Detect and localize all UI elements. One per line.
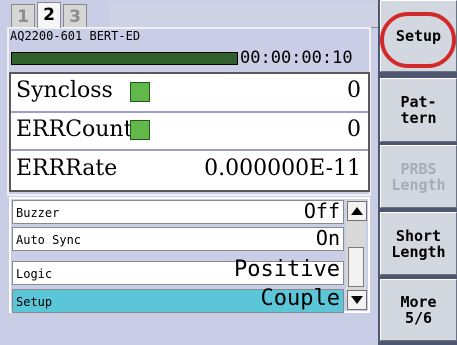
- errrate-label: ERRRate: [16, 156, 118, 181]
- scroll-down-button[interactable]: [347, 290, 367, 310]
- progress-fill: [12, 53, 237, 64]
- syncloss-lamp: [130, 82, 150, 102]
- elapsed-time: 00:00:00:10: [240, 48, 353, 68]
- tab-3[interactable]: 3: [63, 4, 87, 28]
- scroll-thumb[interactable]: [348, 247, 364, 287]
- softkey-short-length[interactable]: Short Length: [380, 212, 457, 275]
- errcount-label: ERRCount: [16, 117, 133, 142]
- arrow-up-icon: [351, 207, 363, 215]
- highlight-ring: [380, 12, 456, 68]
- softkey-prbs-length[interactable]: PRBS Length: [380, 145, 457, 208]
- errrate-value: 0.000000E-11: [204, 156, 361, 181]
- syncloss-value: 0: [347, 78, 361, 103]
- tab-strip: [109, 2, 378, 28]
- errcount-value: 0: [347, 117, 361, 142]
- tab-2[interactable]: 2: [37, 2, 61, 28]
- setting-row-buzzer[interactable]: [12, 200, 344, 224]
- softkey-pattern[interactable]: Pat- tern: [380, 78, 457, 142]
- setting-value-logic: Positive: [234, 257, 340, 282]
- softkey-more[interactable]: More 5/6: [380, 279, 457, 341]
- scroll-up-button[interactable]: [347, 201, 367, 221]
- setting-name-auto-sync: Auto Sync: [16, 233, 82, 247]
- syncloss-label: Syncloss: [16, 78, 113, 103]
- setting-name-logic: Logic: [16, 267, 53, 281]
- errcount-lamp: [130, 120, 150, 140]
- arrow-down-icon: [351, 296, 363, 304]
- setting-name-buzzer: Buzzer: [16, 206, 60, 220]
- setting-value-setup: Couple: [260, 286, 340, 311]
- setting-value-buzzer: Off: [303, 199, 340, 223]
- instrument-title: AQ2200-601 BERT-ED: [10, 29, 141, 43]
- setting-name-setup: Setup: [16, 295, 53, 309]
- setting-value-auto-sync: On: [315, 226, 340, 250]
- tab-1[interactable]: 1: [11, 4, 35, 28]
